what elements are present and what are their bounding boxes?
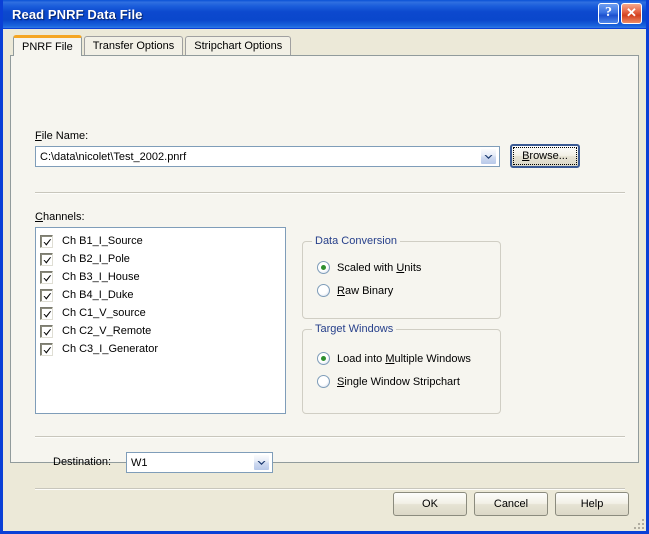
separator-middle-lower bbox=[35, 488, 625, 490]
radio-label: Scaled with Units bbox=[337, 261, 422, 274]
chevron-down-icon[interactable] bbox=[480, 148, 497, 165]
data-conversion-legend: Data Conversion bbox=[312, 235, 400, 247]
tab-label: PNRF File bbox=[22, 40, 73, 53]
separator-top bbox=[35, 192, 625, 194]
radio-scaled-with-units[interactable]: Scaled with Units bbox=[317, 261, 421, 274]
checkbox-checked-icon[interactable] bbox=[40, 306, 53, 320]
dialog-footer: OK Cancel Help bbox=[3, 479, 646, 531]
checkbox-checked-icon[interactable] bbox=[40, 270, 53, 284]
file-name-input[interactable]: C:\data\nicolet\Test_2002.pnrf bbox=[36, 151, 480, 163]
list-item-label: Ch B4_I_Duke bbox=[62, 289, 134, 301]
list-item[interactable]: Ch B2_I_Pole bbox=[40, 250, 285, 268]
tab-pnrf-file[interactable]: PNRF File bbox=[13, 35, 82, 56]
channels-label: Channels: bbox=[35, 211, 85, 223]
checkbox-checked-icon[interactable] bbox=[40, 234, 53, 248]
resize-grip[interactable] bbox=[632, 517, 644, 529]
list-item-label: Ch C1_V_source bbox=[62, 307, 146, 319]
radio-label: Single Window Stripchart bbox=[337, 375, 460, 388]
list-item[interactable]: Ch B1_I_Source bbox=[40, 232, 285, 250]
destination-value: W1 bbox=[131, 456, 148, 469]
ok-button-label: OK bbox=[422, 498, 438, 510]
titlebar-buttons: ? ✕ bbox=[598, 3, 642, 24]
help-button-label: Help bbox=[580, 498, 604, 510]
checkbox-checked-icon[interactable] bbox=[40, 252, 53, 266]
radio-selected-icon[interactable] bbox=[317, 352, 330, 365]
radio-unselected-icon[interactable] bbox=[317, 284, 330, 297]
list-item-label: Ch C2_V_Remote bbox=[62, 325, 152, 337]
help-titlebar-button[interactable]: ? bbox=[598, 3, 619, 24]
question-mark-icon: ? bbox=[605, 4, 612, 20]
list-item[interactable]: Ch C3_I_Generator bbox=[40, 340, 285, 358]
list-item-label: Ch B2_I_Pole bbox=[62, 253, 130, 265]
tab-label: Transfer Options bbox=[92, 40, 175, 52]
radio-selected-icon[interactable] bbox=[317, 261, 330, 274]
list-item[interactable]: Ch B3_I_House bbox=[40, 268, 285, 286]
separator-middle-upper bbox=[35, 436, 625, 438]
tab-page-pnrf-file: File Name: C:\data\nicolet\Test_2002.pnr… bbox=[10, 55, 639, 490]
browse-button-label: Browse... bbox=[522, 150, 568, 162]
cancel-button[interactable]: Cancel bbox=[474, 492, 548, 516]
target-windows-legend: Target Windows bbox=[312, 323, 397, 335]
help-button[interactable]: Help bbox=[555, 492, 629, 516]
tab-transfer-options[interactable]: Transfer Options bbox=[83, 36, 184, 55]
radio-unselected-icon[interactable] bbox=[317, 375, 330, 388]
close-icon: ✕ bbox=[626, 5, 637, 20]
checkbox-checked-icon[interactable] bbox=[40, 342, 53, 356]
chevron-down-icon[interactable] bbox=[253, 454, 270, 471]
list-item[interactable]: Ch C2_V_Remote bbox=[40, 322, 285, 340]
checkbox-checked-icon[interactable] bbox=[40, 324, 53, 338]
cancel-button-label: Cancel bbox=[493, 498, 529, 510]
tab-label: Stripchart Options bbox=[194, 40, 283, 52]
ok-button[interactable]: OK bbox=[393, 492, 467, 516]
browse-button[interactable]: Browse... bbox=[510, 144, 580, 168]
list-item-label: Ch B1_I_Source bbox=[62, 235, 143, 247]
data-conversion-group: Data Conversion Scaled with Units Raw Bi… bbox=[302, 235, 501, 319]
destination-label: Destination: bbox=[53, 456, 112, 468]
file-name-combobox[interactable]: C:\data\nicolet\Test_2002.pnrf bbox=[35, 146, 500, 167]
channels-listbox[interactable]: Ch B1_I_Source Ch B2_I_Pole Ch B3_I_Hous… bbox=[35, 227, 286, 414]
list-item[interactable]: Ch C1_V_source bbox=[40, 304, 285, 322]
close-button[interactable]: ✕ bbox=[621, 3, 642, 24]
radio-label: Raw Binary bbox=[337, 284, 394, 297]
radio-raw-binary[interactable]: Raw Binary bbox=[317, 284, 393, 297]
radio-label: Load into Multiple Windows bbox=[337, 352, 471, 365]
list-item-label: Ch B3_I_House bbox=[62, 271, 140, 283]
titlebar[interactable]: Read PNRF Data File ? ✕ bbox=[3, 0, 646, 29]
list-item[interactable]: Ch B4_I_Duke bbox=[40, 286, 285, 304]
list-item-label: Ch C3_I_Generator bbox=[62, 343, 158, 355]
file-name-label: File Name: bbox=[35, 130, 89, 142]
destination-combobox[interactable]: W1 bbox=[126, 452, 273, 473]
window-title: Read PNRF Data File bbox=[12, 6, 143, 22]
radio-single-window-stripchart[interactable]: Single Window Stripchart bbox=[317, 375, 460, 388]
tab-stripchart-options[interactable]: Stripchart Options bbox=[185, 36, 292, 55]
checkbox-checked-icon[interactable] bbox=[40, 288, 53, 302]
read-pnrf-data-file-dialog: Read PNRF Data File ? ✕ PNRF File Transf… bbox=[0, 0, 649, 534]
dialog-client-area: PNRF File Transfer Options Stripchart Op… bbox=[3, 29, 646, 531]
radio-load-into-multiple-windows[interactable]: Load into Multiple Windows bbox=[317, 352, 471, 365]
target-windows-group: Target Windows Load into Multiple Window… bbox=[302, 323, 501, 414]
tab-strip: PNRF File Transfer Options Stripchart Op… bbox=[13, 35, 640, 56]
